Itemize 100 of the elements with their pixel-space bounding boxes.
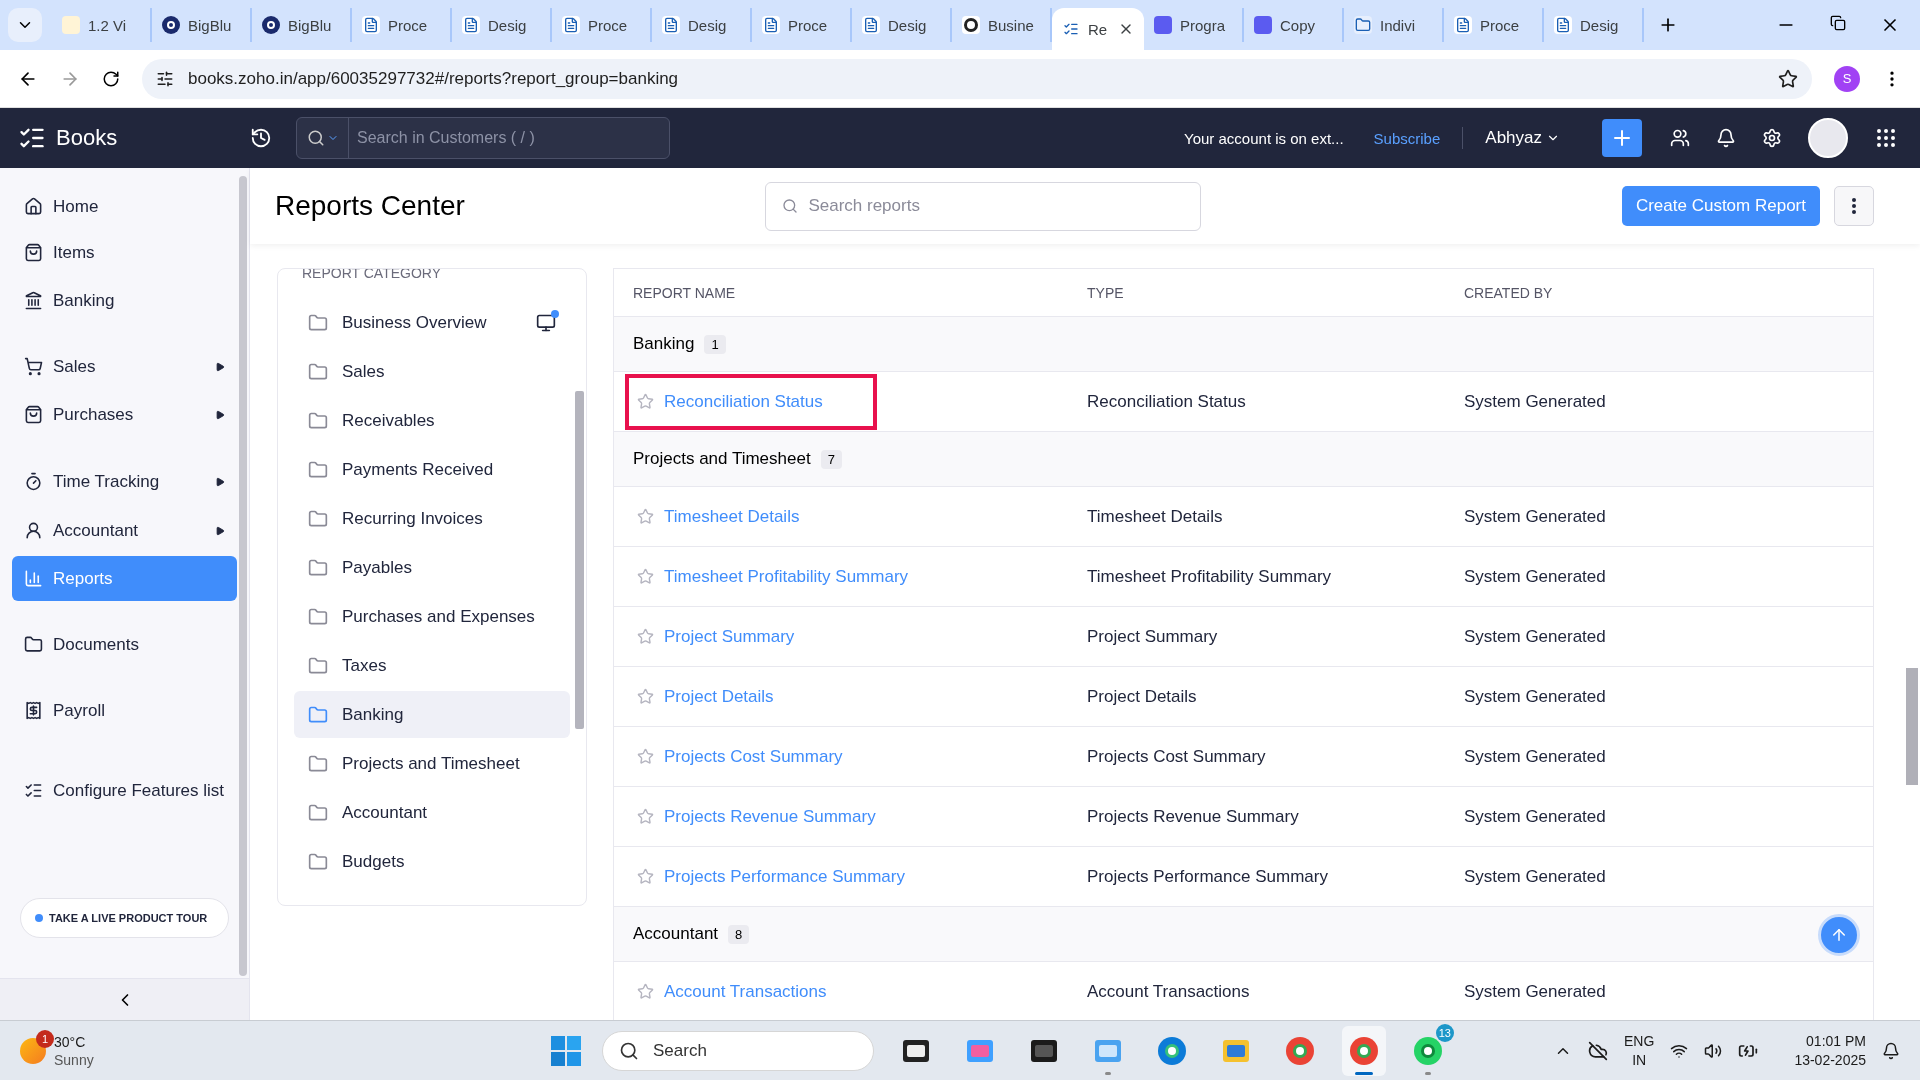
users-icon[interactable] [1670, 128, 1690, 148]
browser-tab[interactable]: Desig [452, 8, 552, 42]
browser-tab[interactable]: Re [1052, 8, 1144, 50]
chrome-icon[interactable] [1285, 1035, 1315, 1066]
settings-icon[interactable] [1762, 128, 1782, 148]
browser-tab[interactable]: Indivi [1344, 8, 1444, 42]
browser-tab[interactable]: Desig [852, 8, 952, 42]
reload-icon[interactable] [102, 69, 120, 88]
favorite-star-icon[interactable] [637, 688, 654, 705]
scrollbar-thumb[interactable] [239, 176, 247, 976]
site-settings-icon[interactable] [156, 69, 174, 88]
browser-tab[interactable]: Desig [652, 8, 752, 42]
history-icon[interactable] [250, 127, 272, 149]
browser-tab[interactable]: Proce [752, 8, 852, 42]
notification-badge: 1 [36, 1029, 54, 1048]
category-item[interactable]: Payables [294, 544, 570, 591]
category-item[interactable]: Budgets [294, 838, 570, 885]
table-cell-text: Account Transactions [1087, 981, 1251, 1002]
temperature: 30°C [54, 1032, 87, 1051]
clock-date[interactable]: 13-02-2025 [1794, 1050, 1866, 1070]
edge-icon[interactable] [1157, 1035, 1187, 1066]
whatsapp-icon[interactable] [1413, 1035, 1443, 1066]
category-item[interactable]: Receivables [294, 397, 570, 444]
cloud-off-icon[interactable] [1588, 1040, 1609, 1061]
add-button[interactable] [1602, 119, 1642, 157]
product-tour-button[interactable]: TAKE A LIVE PRODUCT TOUR [20, 898, 229, 938]
sidebar-item[interactable]: Sales [12, 344, 237, 389]
cart-icon [24, 357, 43, 376]
sidebar-item[interactable]: Configure Features list [12, 768, 237, 813]
user-avatar[interactable] [1808, 118, 1848, 158]
customer-search-field[interactable]: Search in Customers ( / ) [296, 117, 670, 159]
chrome-icon[interactable] [1349, 1035, 1379, 1066]
sidebar-item[interactable]: Purchases [12, 392, 237, 437]
language[interactable]: ENG [1624, 1031, 1655, 1051]
search-icon[interactable] [306, 129, 325, 147]
browser-tab[interactable]: Proce [1444, 8, 1544, 42]
restore-icon[interactable] [1830, 15, 1846, 31]
browser-tab[interactable]: Copy [1244, 8, 1344, 42]
sidebar-item[interactable]: Items [12, 230, 237, 275]
favorite-star-icon[interactable] [637, 868, 654, 885]
column-header: CREATED BY [1464, 284, 1554, 301]
more-options-button[interactable] [1834, 186, 1874, 226]
browser-tab[interactable]: Proce [352, 8, 452, 42]
clock-time[interactable]: 01:01 PM [1806, 1031, 1866, 1051]
start-icon[interactable] [550, 1034, 582, 1067]
report-search-field[interactable]: Search reports [765, 181, 1202, 231]
category-item[interactable]: Purchases and Expenses [294, 593, 570, 640]
category-item[interactable]: Sales [294, 348, 570, 395]
folder-icon [308, 410, 328, 431]
browser-tab[interactable]: Desig [1544, 8, 1644, 42]
count-badge: 1 [704, 334, 726, 354]
organization-dropdown[interactable]: Abhyaz [1462, 127, 1566, 149]
table-cell-text: Projects Performance Summary [1087, 866, 1329, 887]
notifications-icon[interactable] [1716, 128, 1736, 148]
scrollbar-thumb[interactable] [575, 391, 584, 729]
list-icon [24, 781, 43, 800]
folder-icon [308, 606, 328, 627]
category-item[interactable]: Taxes [294, 642, 570, 689]
sidebar-item[interactable]: Home [12, 184, 237, 229]
notifications-icon[interactable] [1882, 1041, 1900, 1060]
page-title: Reports Center [275, 190, 465, 222]
favorite-star-icon[interactable] [637, 808, 654, 825]
category-item[interactable]: Projects and Timesheet [294, 740, 570, 787]
scrollbar-thumb[interactable] [1906, 668, 1918, 785]
favorite-star-icon[interactable] [637, 628, 654, 645]
sidebar-item[interactable]: Time Tracking [12, 459, 237, 504]
document-icon [462, 16, 480, 34]
browser-tab[interactable]: BigBlu [252, 8, 352, 42]
video-tutorial-icon[interactable] [536, 312, 556, 333]
category-heading: REPORT CATEGORY [301, 269, 442, 283]
category-item[interactable]: Accountant [294, 789, 570, 836]
favorite-star-icon[interactable] [637, 393, 654, 410]
sidebar-item[interactable]: Accountant [12, 508, 237, 553]
category-item[interactable]: Business Overview [294, 299, 570, 346]
favorite-star-icon[interactable] [637, 983, 654, 1000]
sidebar-item[interactable]: Payroll [12, 688, 237, 733]
browser-tab[interactable]: Progra [1144, 8, 1244, 42]
profile-avatar[interactable]: S [1834, 65, 1860, 92]
browser-tab[interactable]: 1.2 Vi [52, 8, 152, 42]
browser-tab[interactable]: Proce [552, 8, 652, 42]
favorite-star-icon[interactable] [637, 508, 654, 525]
folder-icon [308, 851, 328, 872]
app-grid-icon[interactable] [1874, 126, 1898, 150]
region[interactable]: IN [1632, 1050, 1647, 1070]
category-item[interactable]: Banking [294, 691, 570, 738]
taskbar-search-field[interactable]: Search [602, 1030, 874, 1071]
category-item[interactable]: Payments Received [294, 446, 570, 493]
address-bar[interactable]: books.zoho.in/app/60035297732#/reports?report_group=banking [142, 58, 1812, 99]
favorite-star-icon[interactable] [637, 568, 654, 585]
volume-icon[interactable] [1704, 1041, 1723, 1060]
sidebar-item[interactable]: Banking [12, 278, 237, 323]
table-cell-text: System Generated [1464, 866, 1607, 887]
favorite-star-icon[interactable] [637, 748, 654, 765]
bookmark-star-icon[interactable] [1778, 68, 1798, 89]
category-item[interactable]: Recurring Invoices [294, 495, 570, 542]
folder-icon [308, 753, 328, 774]
weather-sun-icon[interactable] [20, 1037, 46, 1064]
subscribe-link[interactable]: Subscribe [1373, 129, 1441, 147]
sidebar-item[interactable]: Documents [12, 622, 237, 667]
browser-tab[interactable]: BigBlu [152, 8, 252, 42]
